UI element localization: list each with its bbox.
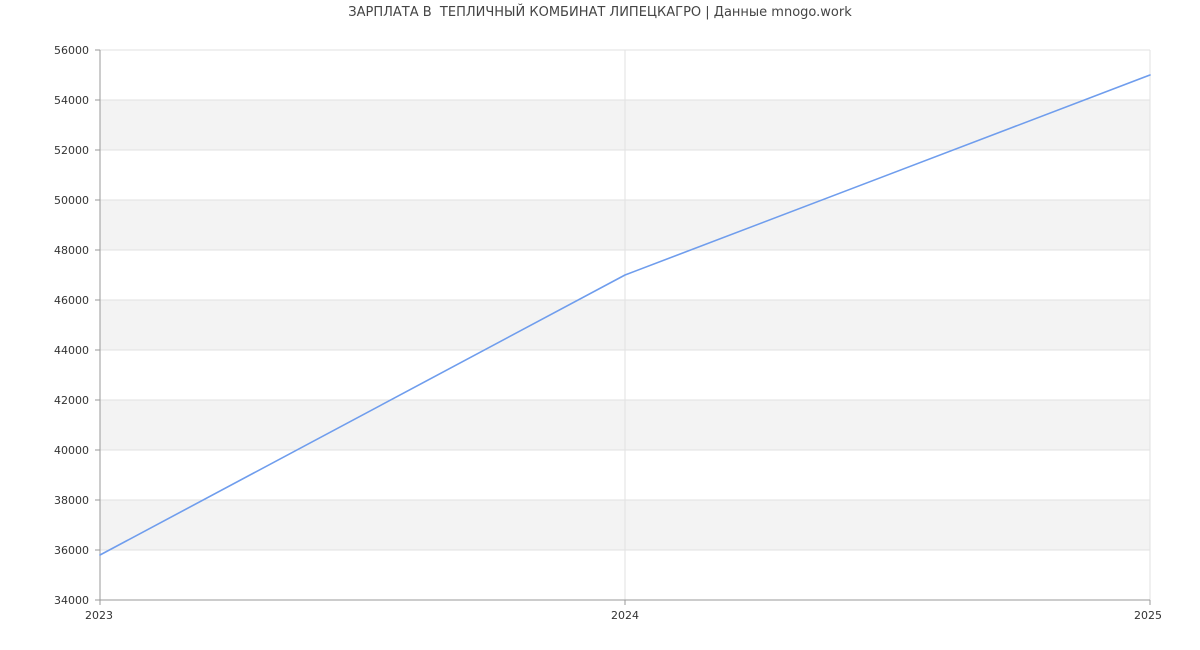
y-tick-label: 36000 [54, 544, 89, 557]
y-axis-ticks: 34000 36000 38000 40000 42000 44000 46000 48000… [54, 44, 100, 607]
y-tick-label: 52000 [54, 144, 89, 157]
x-tick-label: 2023 [85, 609, 113, 622]
x-axis-ticks: 2023 2024 2025 [85, 600, 1162, 622]
chart-container: ЗАРПЛАТА В ТЕПЛИЧНЫЙ КОМБИНАТ ЛИПЕЦКАГРО… [0, 0, 1200, 650]
y-tick-label: 46000 [54, 294, 89, 307]
y-tick-label: 44000 [54, 344, 89, 357]
x-tick-label: 2025 [1134, 609, 1162, 622]
y-tick-label: 48000 [54, 244, 89, 257]
y-tick-label: 50000 [54, 194, 89, 207]
y-tick-label: 38000 [54, 494, 89, 507]
y-tick-label: 54000 [54, 94, 89, 107]
y-tick-label: 40000 [54, 444, 89, 457]
line-chart: 34000 36000 38000 40000 42000 44000 46000 48000… [54, 44, 1162, 622]
x-tick-label: 2024 [611, 609, 639, 622]
y-tick-label: 56000 [54, 44, 89, 57]
y-tick-label: 34000 [54, 594, 89, 607]
y-tick-label: 42000 [54, 394, 89, 407]
